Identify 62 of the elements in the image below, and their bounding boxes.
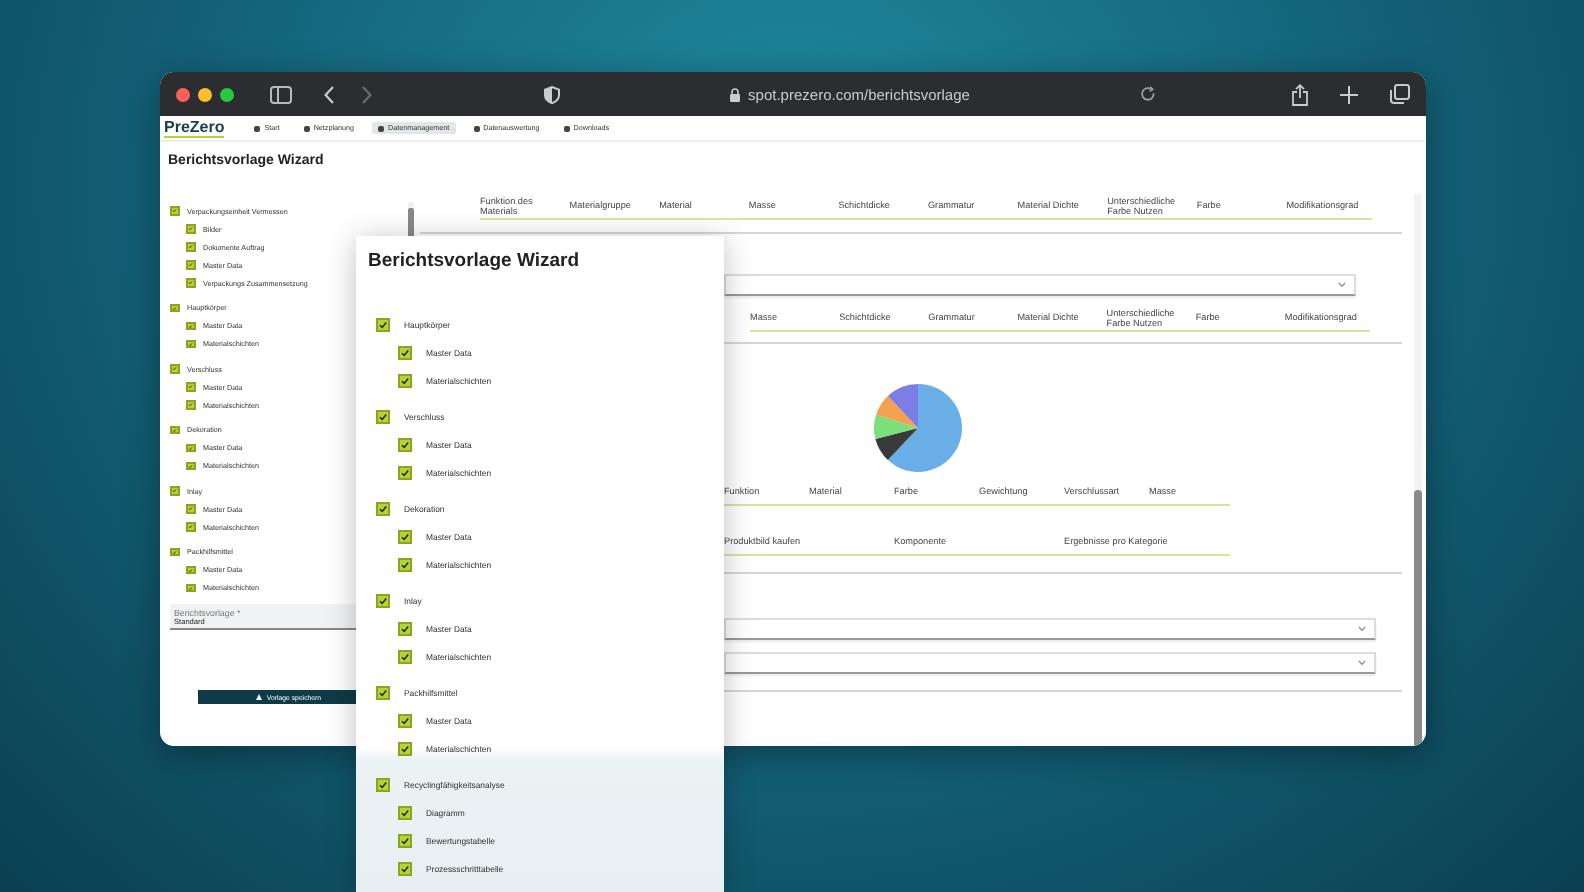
dropdown-field[interactable] (724, 274, 1356, 296)
checkbox[interactable] (376, 777, 390, 791)
dropdown-field[interactable] (724, 652, 1376, 674)
checkbox[interactable] (186, 260, 195, 270)
checkbox[interactable] (170, 425, 179, 435)
checkbox[interactable] (398, 373, 412, 387)
checkbox[interactable] (398, 529, 412, 543)
checkbox[interactable] (398, 649, 412, 663)
forward-icon[interactable] (362, 85, 372, 103)
checkbox[interactable] (376, 409, 390, 423)
checkbox[interactable] (398, 833, 412, 847)
chevron-down-icon (1358, 626, 1366, 632)
checkbox[interactable] (398, 713, 412, 727)
checkbox[interactable] (186, 504, 195, 514)
checkbox[interactable] (398, 805, 412, 819)
checkbox[interactable] (398, 465, 412, 479)
checkbox[interactable] (186, 382, 195, 392)
checkbox[interactable] (186, 339, 195, 349)
checkbox[interactable] (186, 583, 195, 593)
checkbox[interactable] (170, 486, 179, 496)
share-icon[interactable] (1292, 83, 1308, 105)
checkbox[interactable] (376, 317, 390, 331)
checkbox[interactable] (170, 364, 179, 374)
dropdown-field[interactable] (724, 618, 1376, 640)
checkbox[interactable] (376, 685, 390, 699)
checkbox[interactable] (186, 565, 195, 575)
checkbox[interactable] (170, 303, 179, 313)
checkbox[interactable] (170, 547, 179, 557)
close-button[interactable] (176, 87, 190, 101)
upload-icon (256, 694, 263, 700)
checkbox[interactable] (186, 522, 195, 532)
new-tab-icon[interactable] (1340, 85, 1358, 103)
checkbox[interactable] (186, 400, 195, 410)
checkbox[interactable] (186, 242, 195, 252)
checkbox[interactable] (398, 345, 412, 359)
checkbox[interactable] (186, 321, 195, 331)
chevron-down-icon (1358, 660, 1366, 666)
pie-chart (874, 384, 962, 472)
checkbox[interactable] (186, 443, 195, 453)
checkbox[interactable] (170, 206, 179, 216)
checkbox[interactable] (398, 861, 412, 875)
logo[interactable]: PreZero (164, 118, 225, 138)
panel-title: Berichtsvorlage Wizard (368, 250, 582, 272)
checkbox[interactable] (186, 278, 195, 288)
lock-icon (730, 87, 741, 101)
checkbox[interactable] (398, 557, 412, 571)
reload-icon[interactable] (1140, 86, 1156, 102)
checkbox[interactable] (398, 437, 412, 451)
checkbox[interactable] (398, 621, 412, 635)
checkbox[interactable] (186, 461, 195, 471)
back-icon[interactable] (324, 85, 334, 103)
sidebar-icon[interactable] (270, 85, 292, 103)
chevron-down-icon (1338, 282, 1346, 288)
checkbox[interactable] (398, 741, 412, 755)
checkbox[interactable] (186, 224, 195, 234)
tabs-overview-icon[interactable] (1390, 84, 1410, 104)
minimize-button[interactable] (198, 87, 212, 101)
scrollbar[interactable] (1414, 194, 1422, 746)
checkbox[interactable] (376, 501, 390, 515)
zoom-button[interactable] (220, 87, 234, 101)
shield-icon[interactable] (544, 85, 560, 103)
checkbox[interactable] (376, 593, 390, 607)
